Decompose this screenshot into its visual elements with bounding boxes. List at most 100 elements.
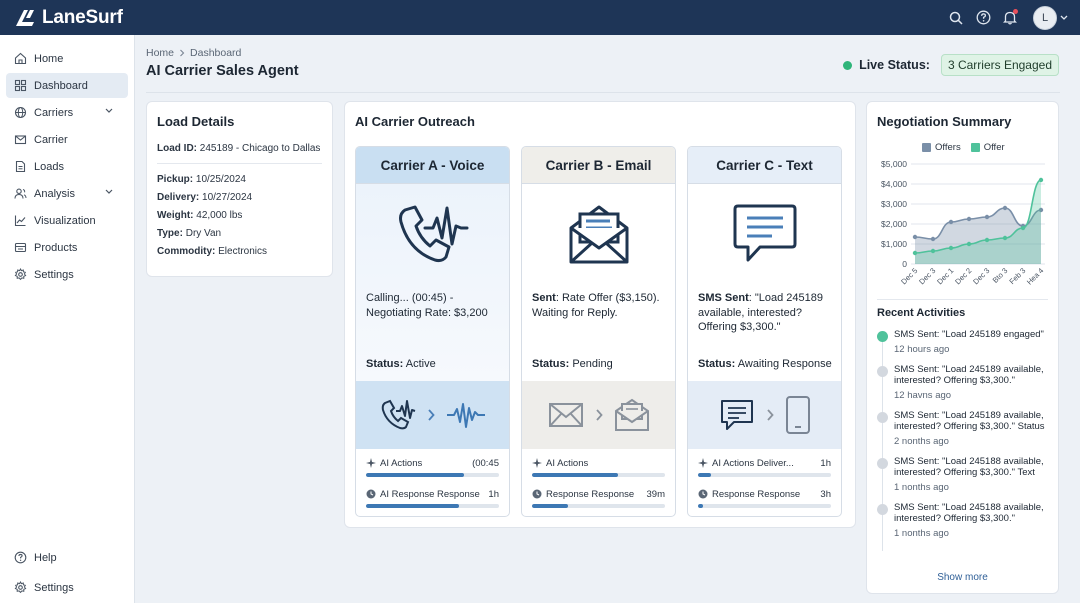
status-label: Status: [698,358,736,370]
list-item[interactable]: SMS Sent: "Load 245189 available, intere… [877,410,1052,447]
response-progress-fill [532,504,568,508]
carrier-a-card[interactable]: Carrier A - Voice Calling... (00:45) - N… [355,146,510,517]
list-item[interactable]: SMS Sent: "Load 245189 engaged" 12 hours … [877,329,1052,355]
clock-icon [532,489,542,499]
ai-actions-label: AI Actions [546,457,589,469]
users-icon [14,188,27,199]
field-label: Commodity: [157,246,216,257]
data-point [930,248,936,254]
sidebar-item-label: Carriers [34,106,74,119]
activity-text: SMS Sent: "Load 245189 available, intere… [894,409,1045,433]
breadcrumb-dashboard[interactable]: Dashboard [190,47,241,59]
help-icon[interactable] [975,10,991,26]
legend-item-offer: Offer [970,142,1005,153]
x-tick-label: Dec 3 [971,266,991,286]
channel-flow [688,381,841,449]
data-point [930,236,936,242]
live-status-dot [843,60,853,70]
data-point [966,216,972,222]
y-tick-label: $4,000 [881,179,907,189]
x-tick-label: Dec 5 [899,266,919,286]
sidebar-item-settings-bottom[interactable]: Settings [6,575,129,600]
load-id-label: Load ID: [157,143,197,154]
brand-logo[interactable]: LaneSurf [14,7,123,29]
data-point [912,234,918,240]
sidebar-item-label: Dashboard [34,79,88,92]
phone-waveform-icon [356,202,509,268]
ai-actions-label: AI Actions Deliver... [712,457,794,469]
sidebar-item-loads[interactable]: Loads [6,154,128,179]
chevron-down-icon[interactable] [105,108,113,114]
data-point [948,245,954,251]
ai-actions-row: AI Actions Deliver... 1h [698,457,831,469]
sidebar-item-label: Loads [34,160,64,173]
response-row: AI Response Response 1h [366,488,499,500]
globe-icon [14,106,27,119]
main-content: Home Dashboard AI Carrier Sales Agent Li… [135,35,1080,603]
legend-swatch [970,143,980,152]
carrier-b-card[interactable]: Carrier B - Email Sent: Rate Offer ($3,1… [521,146,676,517]
message-label: Sent [532,292,556,304]
sidebar-item-analysis[interactable]: Analysis [6,181,128,206]
sidebar-item-products[interactable]: Products [6,235,128,260]
response-time: 1h [488,488,499,500]
channel-flow [522,381,675,449]
search-icon[interactable] [948,10,964,26]
show-more-link[interactable]: Show more [867,572,1058,583]
timeline-dot [877,411,888,423]
notifications-bell-icon[interactable] [1002,8,1018,26]
sidebar-item-label: Carrier [34,133,68,146]
field-value: Dry Van [185,228,222,239]
chat-bubble-icon [688,202,841,264]
pickup-field: Pickup: 10/25/2024 [157,174,322,185]
response-progress-fill [366,504,460,508]
carrier-c-card[interactable]: Carrier C - Text SMS Sent: "Load 245189 … [687,146,842,517]
commodity-field: Commodity: Electronics [157,246,322,257]
data-point [948,219,954,225]
sidebar-item-carriers[interactable]: Carriers [6,100,128,125]
sidebar-item-label: Settings [34,268,74,281]
sidebar-item-visualization[interactable]: Visualization [6,208,128,233]
open-envelope-icon [614,398,649,431]
grid-icon [14,79,27,92]
delivery-field: Delivery: 10/27/2024 [157,192,322,203]
sidebar-item-settings[interactable]: Settings [6,262,128,287]
list-item[interactable]: SMS Sent: "Load 245188 available, intere… [877,456,1052,493]
x-tick-label: Dec 3 [917,266,937,286]
ai-actions-time: 1h [820,457,831,469]
activity-text: SMS Sent: "Load 245188 available, intere… [894,501,1044,525]
timeline-dot [877,365,888,377]
ai-carrier-outreach-card: AI Carrier Outreach Carrier A - Voice Ca… [344,101,856,528]
data-point [1038,177,1044,183]
status-value: Awaiting Response [737,358,832,370]
user-menu[interactable]: L [1033,5,1068,30]
field-label: Weight: [157,210,194,221]
list-item[interactable]: SMS Sent: "Load 245188 available, intere… [877,502,1052,539]
sidebar-item-carrier[interactable]: Carrier [6,127,128,152]
clock-icon [698,489,708,499]
activity-time: 12 hours ago [894,343,950,355]
sidebar-item-help[interactable]: Help [6,545,129,570]
activity-time: 1 nonths ago [894,527,949,539]
status-label: Status: [532,358,570,370]
list-item[interactable]: SMS Sent: "Load 245189 available, intere… [877,364,1052,401]
phone-icon [381,399,415,430]
sidebar-item-label: Products [34,241,78,254]
x-tick-label: Dec 1 [935,266,955,286]
response-time: 3h [820,488,831,500]
help-icon [14,551,27,564]
ai-actions-progress-fill [698,473,712,477]
breadcrumb-home[interactable]: Home [146,47,174,59]
sidebar-item-dashboard[interactable]: Dashboard [6,73,128,98]
package-icon [14,242,27,253]
type-field: Type: Dry Van [157,228,322,239]
sparkle-icon [532,458,542,468]
chevron-down-icon[interactable] [105,189,113,195]
ai-actions-row: AI Actions (00:45 [366,457,499,469]
negotiation-title: Negotiation Summary [877,114,1012,129]
field-label: Delivery: [157,192,200,203]
sidebar-item-home[interactable]: Home [6,46,128,71]
gear-icon [14,581,27,594]
top-bar: LaneSurf L [0,0,1080,35]
channel-flow [356,381,509,449]
